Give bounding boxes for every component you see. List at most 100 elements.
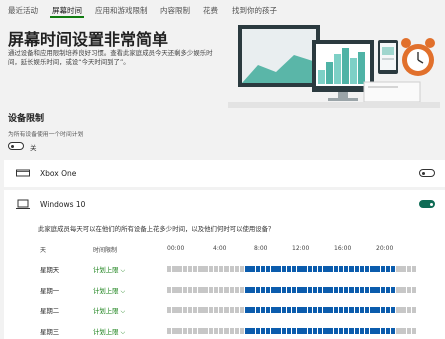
allowed-time-slot[interactable]	[307, 307, 313, 313]
blocked-time-slot[interactable]	[224, 266, 229, 272]
allowed-time-slot[interactable]	[370, 307, 375, 313]
allowed-time-slot[interactable]	[245, 307, 250, 313]
allowed-time-slot[interactable]	[364, 266, 370, 272]
allowed-time-slot[interactable]	[265, 328, 271, 334]
allowed-time-slot[interactable]	[245, 328, 250, 334]
allowed-time-slot[interactable]	[390, 328, 396, 334]
blocked-time-slot[interactable]	[203, 307, 208, 313]
limit-dropdown[interactable]: 计划上限 ⌵	[93, 286, 125, 296]
blocked-time-slot[interactable]	[198, 266, 203, 272]
allowed-time-slot[interactable]	[370, 266, 375, 272]
allowed-time-slot[interactable]	[281, 287, 286, 293]
allowed-time-slot[interactable]	[260, 287, 266, 293]
allowed-time-slot[interactable]	[271, 287, 276, 293]
blocked-time-slot[interactable]	[219, 328, 224, 334]
allowed-time-slot[interactable]	[380, 266, 385, 272]
blocked-time-slot[interactable]	[187, 307, 193, 313]
blocked-time-slot[interactable]	[177, 287, 182, 293]
allowed-time-slot[interactable]	[323, 307, 328, 313]
allowed-time-slot[interactable]	[302, 307, 307, 313]
allowed-time-slot[interactable]	[286, 287, 292, 293]
allowed-time-slot[interactable]	[323, 287, 328, 293]
allowed-time-slot[interactable]	[265, 287, 271, 293]
allowed-time-slot[interactable]	[385, 266, 391, 272]
blocked-time-slot[interactable]	[411, 307, 417, 313]
allowed-time-slot[interactable]	[390, 266, 396, 272]
blocked-time-slot[interactable]	[167, 266, 172, 272]
blocked-time-slot[interactable]	[203, 287, 208, 293]
blocked-time-slot[interactable]	[177, 307, 182, 313]
blocked-time-slot[interactable]	[396, 307, 401, 313]
allowed-time-slot[interactable]	[338, 307, 344, 313]
allowed-time-slot[interactable]	[318, 307, 323, 313]
blocked-time-slot[interactable]	[172, 328, 177, 334]
allowed-time-slot[interactable]	[375, 307, 380, 313]
allowed-time-slot[interactable]	[344, 266, 349, 272]
limit-dropdown[interactable]: 计划上限 ⌵	[93, 265, 125, 275]
allowed-time-slot[interactable]	[250, 307, 255, 313]
tab-content-restrictions[interactable]: 内容限制	[160, 5, 190, 16]
allowed-time-slot[interactable]	[286, 307, 292, 313]
device-toggle-xbox[interactable]	[419, 169, 435, 177]
blocked-time-slot[interactable]	[229, 307, 234, 313]
allowed-time-slot[interactable]	[286, 328, 292, 334]
tab-spending[interactable]: 花费	[203, 5, 218, 16]
allowed-time-slot[interactable]	[260, 307, 266, 313]
blocked-time-slot[interactable]	[198, 307, 203, 313]
blocked-time-slot[interactable]	[172, 307, 177, 313]
allowed-time-slot[interactable]	[297, 287, 302, 293]
blocked-time-slot[interactable]	[213, 287, 219, 293]
allowed-time-slot[interactable]	[297, 328, 302, 334]
allowed-time-slot[interactable]	[260, 328, 266, 334]
allowed-time-slot[interactable]	[271, 307, 276, 313]
allowed-time-slot[interactable]	[250, 266, 255, 272]
allowed-time-slot[interactable]	[354, 328, 359, 334]
allowed-time-slot[interactable]	[307, 266, 313, 272]
blocked-time-slot[interactable]	[401, 287, 406, 293]
allowed-time-slot[interactable]	[312, 328, 318, 334]
blocked-time-slot[interactable]	[213, 328, 219, 334]
allowed-time-slot[interactable]	[390, 287, 396, 293]
blocked-time-slot[interactable]	[239, 287, 245, 293]
allowed-time-slot[interactable]	[385, 287, 391, 293]
allowed-time-slot[interactable]	[312, 307, 318, 313]
allowed-time-slot[interactable]	[302, 328, 307, 334]
allowed-time-slot[interactable]	[390, 307, 396, 313]
blocked-time-slot[interactable]	[239, 266, 245, 272]
blocked-time-slot[interactable]	[411, 328, 417, 334]
allowed-time-slot[interactable]	[302, 287, 307, 293]
blocked-time-slot[interactable]	[193, 266, 198, 272]
global-schedule-toggle[interactable]	[8, 142, 24, 150]
blocked-time-slot[interactable]	[219, 287, 224, 293]
allowed-time-slot[interactable]	[328, 287, 333, 293]
blocked-time-slot[interactable]	[396, 328, 401, 334]
blocked-time-slot[interactable]	[406, 328, 411, 334]
allowed-time-slot[interactable]	[302, 266, 307, 272]
blocked-time-slot[interactable]	[229, 266, 234, 272]
blocked-time-slot[interactable]	[198, 328, 203, 334]
blocked-time-slot[interactable]	[208, 328, 214, 334]
allowed-time-slot[interactable]	[297, 307, 302, 313]
blocked-time-slot[interactable]	[406, 307, 411, 313]
allowed-time-slot[interactable]	[276, 287, 281, 293]
allowed-time-slot[interactable]	[380, 287, 385, 293]
allowed-time-slot[interactable]	[338, 266, 344, 272]
tab-screen-time[interactable]: 屏幕时间	[52, 5, 82, 16]
blocked-time-slot[interactable]	[203, 328, 208, 334]
blocked-time-slot[interactable]	[182, 328, 188, 334]
blocked-time-slot[interactable]	[239, 307, 245, 313]
blocked-time-slot[interactable]	[229, 287, 234, 293]
allowed-time-slot[interactable]	[271, 328, 276, 334]
allowed-time-slot[interactable]	[318, 266, 323, 272]
allowed-time-slot[interactable]	[338, 328, 344, 334]
allowed-time-slot[interactable]	[292, 307, 297, 313]
allowed-time-slot[interactable]	[385, 307, 391, 313]
blocked-time-slot[interactable]	[167, 287, 172, 293]
allowed-time-slot[interactable]	[344, 287, 349, 293]
allowed-time-slot[interactable]	[307, 287, 313, 293]
blocked-time-slot[interactable]	[193, 328, 198, 334]
allowed-time-slot[interactable]	[380, 307, 385, 313]
allowed-time-slot[interactable]	[354, 307, 359, 313]
allowed-time-slot[interactable]	[255, 266, 260, 272]
allowed-time-slot[interactable]	[255, 307, 260, 313]
